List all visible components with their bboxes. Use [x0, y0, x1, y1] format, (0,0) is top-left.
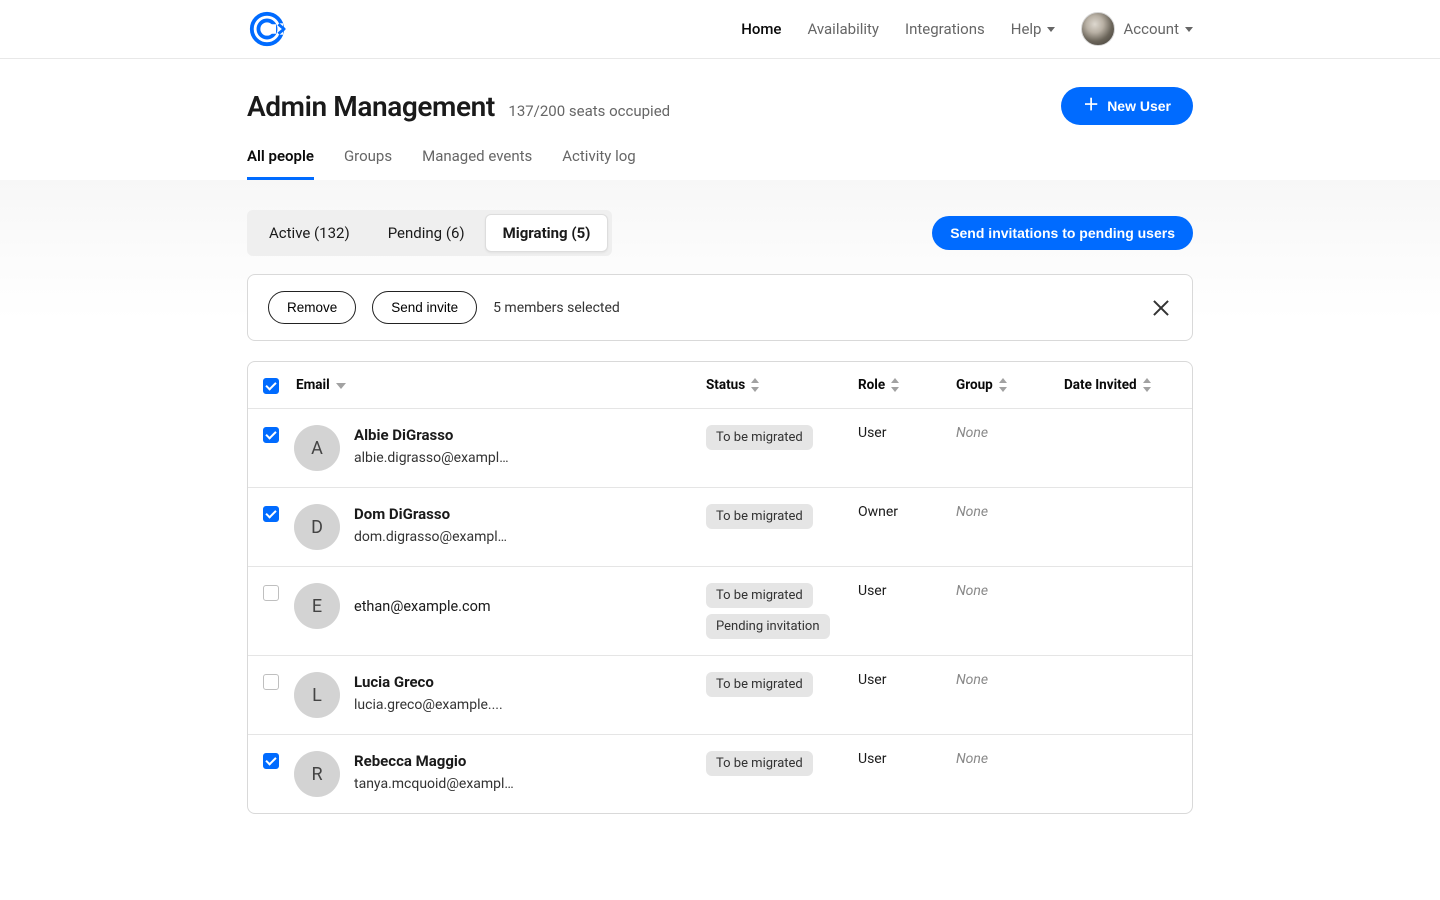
status-badge: Pending invitation — [706, 614, 830, 639]
sort-icon — [751, 378, 761, 392]
col-email[interactable]: Email — [296, 377, 706, 393]
table-header: Email Status Role Group Date Invited — [248, 362, 1192, 409]
avatar-initial: L — [294, 672, 340, 718]
nav-account[interactable]: Account — [1081, 12, 1193, 46]
col-date-invited[interactable]: Date Invited — [1064, 377, 1193, 393]
selection-bar: Remove Send invite 5 members selected — [247, 274, 1193, 341]
send-invite-button[interactable]: Send invite — [372, 291, 477, 324]
avatar-initial: E — [294, 583, 340, 629]
row-checkbox[interactable] — [263, 585, 279, 601]
table-row: A Albie DiGrasso albie.digrasso@example.co… — [248, 409, 1192, 488]
col-status[interactable]: Status — [706, 377, 858, 393]
row-checkbox[interactable] — [263, 674, 279, 690]
nav-links: Home Availability Integrations Help Acco… — [741, 12, 1193, 46]
chevron-down-icon — [1185, 27, 1193, 32]
status-badge: To be migrated — [706, 425, 813, 450]
row-checkbox[interactable] — [263, 427, 279, 443]
sort-icon — [1143, 378, 1153, 392]
status-segmented-control: Active (132) Pending (6) Migrating (5) — [247, 210, 612, 256]
avatar — [1081, 12, 1115, 46]
status-badge: To be migrated — [706, 751, 813, 776]
avatar-initial: R — [294, 751, 340, 797]
remove-button[interactable]: Remove — [268, 291, 356, 324]
status-badge: To be migrated — [706, 672, 813, 697]
col-date-invited-label: Date Invited — [1064, 377, 1137, 393]
segment-migrating[interactable]: Migrating (5) — [485, 214, 609, 252]
person-email: tanya.mcquoid@example.... — [354, 776, 514, 792]
users-table: Email Status Role Group Date Invited — [247, 361, 1193, 814]
group-cell: None — [956, 504, 1064, 520]
person-email: ethan@example.com — [354, 583, 491, 629]
role-cell: User — [858, 425, 956, 441]
person-name: Albie DiGrasso — [354, 425, 514, 446]
col-role[interactable]: Role — [858, 377, 956, 393]
page-tabs: All people Groups Managed events Activit… — [247, 147, 1193, 180]
person-name: Rebecca Maggio — [354, 751, 514, 772]
table-row: D Dom DiGrasso dom.digrasso@example.com To … — [248, 488, 1192, 567]
new-user-button[interactable]: ＋ New User — [1061, 87, 1193, 125]
person-email: albie.digrasso@example.com — [354, 450, 514, 466]
role-cell: User — [858, 672, 956, 688]
table-row: R Rebecca Maggio tanya.mcquoid@example....… — [248, 735, 1192, 813]
topnav: Home Availability Integrations Help Acco… — [0, 0, 1440, 59]
person-email: lucia.greco@example.... — [354, 697, 503, 713]
nav-help-label: Help — [1011, 20, 1042, 38]
close-icon[interactable] — [1150, 297, 1172, 319]
col-role-label: Role — [858, 377, 885, 393]
sort-desc-icon — [336, 380, 348, 390]
nav-home[interactable]: Home — [741, 20, 781, 38]
person-name: Dom DiGrasso — [354, 504, 514, 525]
avatar-initial: D — [294, 504, 340, 550]
status-badge: To be migrated — [706, 504, 813, 529]
role-cell: Owner — [858, 504, 956, 520]
selection-count-text: 5 members selected — [493, 300, 620, 316]
segment-pending[interactable]: Pending (6) — [370, 214, 483, 252]
group-cell: None — [956, 751, 1064, 767]
plus-icon: ＋ — [1083, 98, 1099, 114]
status-cell: To be migrated — [706, 425, 858, 450]
seats-text: 137/200 seats occupied — [508, 102, 670, 120]
status-cell: To be migrated — [706, 504, 858, 529]
status-cell: To be migrated — [706, 751, 858, 776]
nav-availability[interactable]: Availability — [807, 20, 879, 38]
page-header: Admin Management 137/200 seats occupied … — [247, 59, 1193, 125]
status-cell: To be migrated Pending invitation — [706, 583, 858, 639]
col-status-label: Status — [706, 377, 745, 393]
sort-icon — [891, 378, 901, 392]
send-pending-invites-button[interactable]: Send invitations to pending users — [932, 216, 1193, 250]
filter-row: Active (132) Pending (6) Migrating (5) S… — [247, 210, 1193, 256]
nav-account-label: Account — [1123, 20, 1179, 38]
person-email: dom.digrasso@example.com — [354, 529, 514, 545]
role-cell: User — [858, 583, 956, 599]
nav-help[interactable]: Help — [1011, 20, 1056, 38]
col-group[interactable]: Group — [956, 377, 1064, 393]
page-title: Admin Management — [247, 90, 495, 123]
app-logo[interactable] — [247, 9, 287, 49]
select-all-checkbox[interactable] — [263, 378, 279, 394]
person-name: Lucia Greco — [354, 672, 503, 693]
status-cell: To be migrated — [706, 672, 858, 697]
tab-all-people[interactable]: All people — [247, 147, 314, 180]
segment-active[interactable]: Active (132) — [251, 214, 368, 252]
table-row: L Lucia Greco lucia.greco@example.... To be… — [248, 656, 1192, 735]
tab-activity-log[interactable]: Activity log — [562, 147, 635, 180]
chevron-down-icon — [1047, 27, 1055, 32]
role-cell: User — [858, 751, 956, 767]
table-row: Eethan@example.com To be migrated Pending … — [248, 567, 1192, 656]
group-cell: None — [956, 583, 1064, 599]
tab-managed-events[interactable]: Managed events — [422, 147, 532, 180]
row-checkbox[interactable] — [263, 506, 279, 522]
sort-icon — [999, 378, 1009, 392]
new-user-label: New User — [1107, 98, 1171, 114]
col-email-label: Email — [296, 377, 330, 393]
status-badge: To be migrated — [706, 583, 813, 608]
row-checkbox[interactable] — [263, 753, 279, 769]
tab-groups[interactable]: Groups — [344, 147, 392, 180]
group-cell: None — [956, 672, 1064, 688]
nav-integrations[interactable]: Integrations — [905, 20, 985, 38]
group-cell: None — [956, 425, 1064, 441]
avatar-initial: A — [294, 425, 340, 471]
col-group-label: Group — [956, 377, 993, 393]
